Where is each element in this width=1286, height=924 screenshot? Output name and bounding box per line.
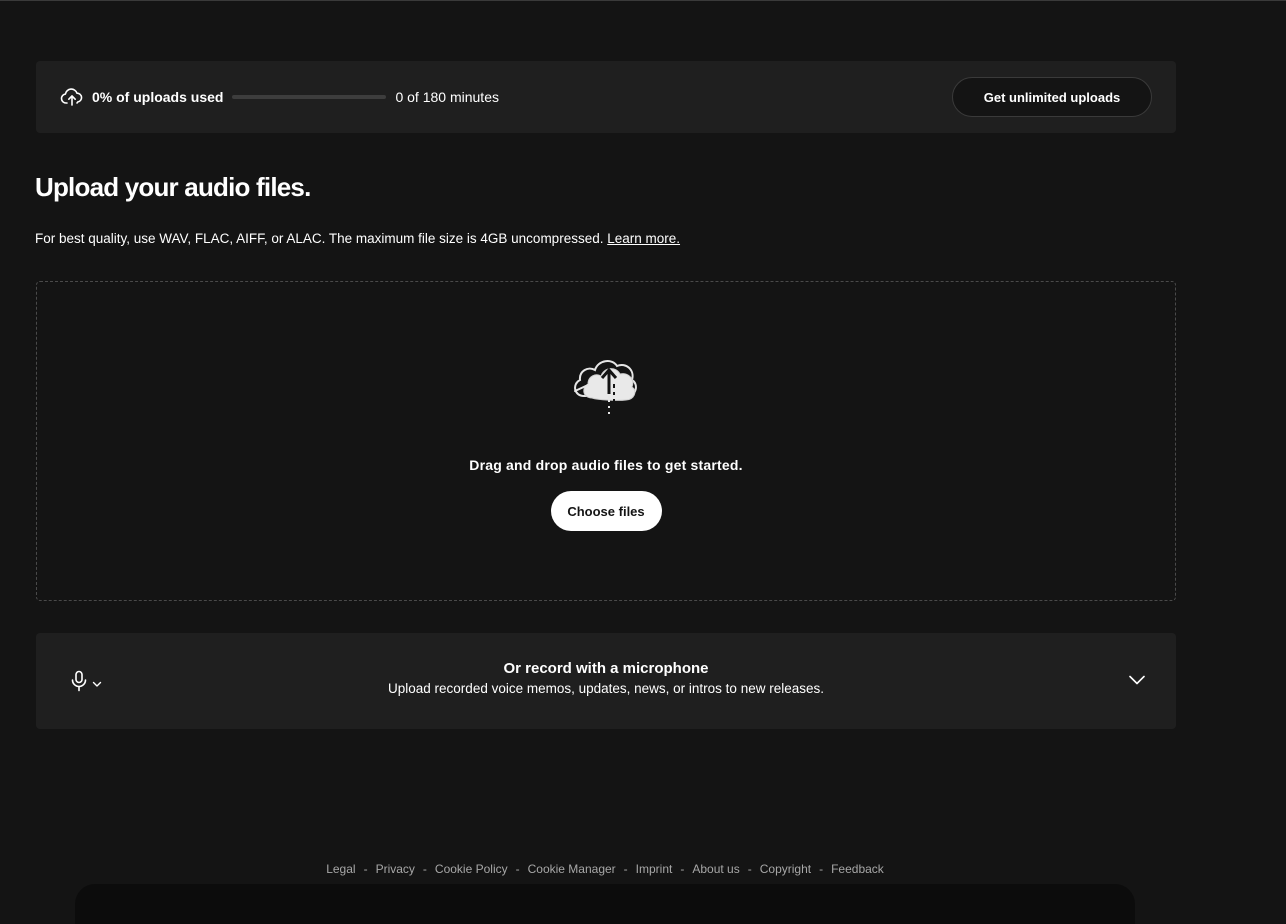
cloud-upload-icon — [60, 85, 84, 109]
footer-link-about-us[interactable]: About us — [692, 862, 739, 876]
footer-link-cookie-policy[interactable]: Cookie Policy — [435, 862, 508, 876]
get-unlimited-uploads-button[interactable]: Get unlimited uploads — [952, 77, 1152, 117]
usage-progress-bar — [232, 95, 387, 99]
file-dropzone[interactable]: Drag and drop audio files to get started… — [36, 281, 1176, 601]
record-title: Or record with a microphone — [503, 660, 709, 677]
record-subtitle: Upload recorded voice memos, updates, ne… — [388, 681, 824, 696]
footer-separator: - — [680, 862, 685, 876]
top-divider — [0, 0, 1286, 1]
footer-separator: - — [747, 862, 752, 876]
footer-separator: - — [819, 862, 824, 876]
footer-link-legal[interactable]: Legal — [326, 862, 355, 876]
page-title: Upload your audio files. — [35, 172, 311, 202]
bottom-player-bar — [75, 884, 1135, 924]
footer-link-imprint[interactable]: Imprint — [636, 862, 673, 876]
learn-more-link[interactable]: Learn more. — [607, 231, 680, 246]
footer-link-cookie-manager[interactable]: Cookie Manager — [528, 862, 616, 876]
format-info-text: For best quality, use WAV, FLAC, AIFF, o… — [35, 231, 604, 246]
upload-description: For best quality, use WAV, FLAC, AIFF, o… — [35, 231, 680, 246]
choose-files-button[interactable]: Choose files — [550, 491, 662, 531]
cloud-upload-illustration-icon — [568, 344, 644, 420]
record-microphone-panel[interactable]: Or record with a microphone Upload recor… — [36, 633, 1176, 729]
footer-links: Legal - Privacy - Cookie Policy - Cookie… — [0, 862, 1210, 876]
upload-usage-bar: 0% of uploads used 0 of 180 minutes Get … — [36, 61, 1176, 133]
footer-separator: - — [623, 862, 628, 876]
footer-separator: - — [422, 862, 427, 876]
minutes-used-text: 0 of 180 minutes — [395, 89, 499, 105]
footer-link-feedback[interactable]: Feedback — [831, 862, 884, 876]
footer-separator: - — [515, 862, 520, 876]
footer-separator: - — [363, 862, 368, 876]
uploads-used-label: 0% of uploads used — [92, 89, 224, 105]
footer-link-privacy[interactable]: Privacy — [376, 862, 415, 876]
expand-chevron-icon[interactable] — [1128, 673, 1146, 691]
drop-instructions: Drag and drop audio files to get started… — [469, 457, 743, 473]
footer-link-copyright[interactable]: Copyright — [760, 862, 811, 876]
record-text-block: Or record with a microphone Upload recor… — [36, 660, 1176, 696]
